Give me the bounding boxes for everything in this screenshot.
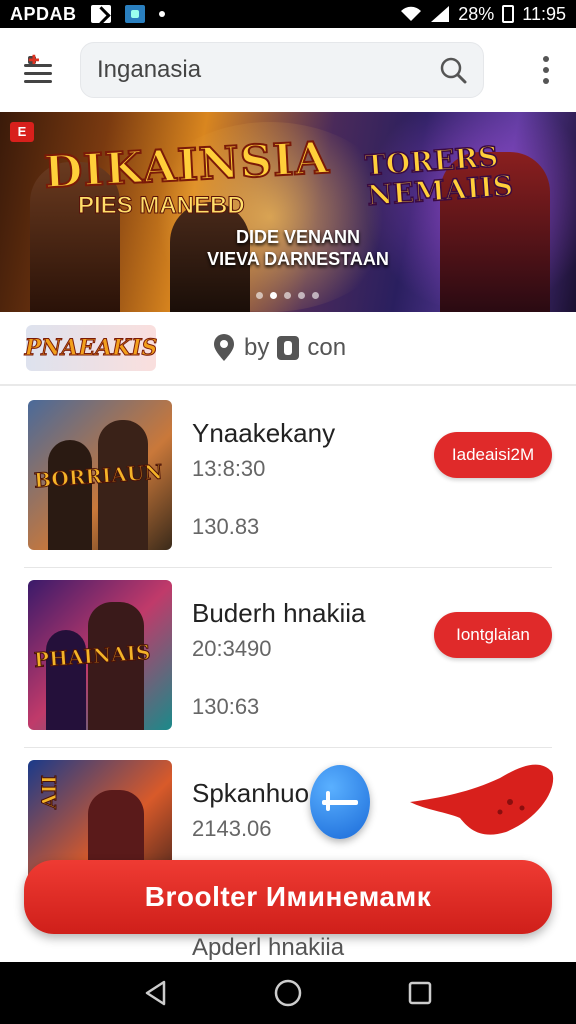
pager-dot[interactable]	[284, 292, 291, 299]
thumbnail-label: AII	[37, 774, 62, 810]
notification-dot-icon	[158, 11, 165, 17]
primary-cta-button[interactable]: Broolter Иминемамк	[24, 860, 552, 934]
banner-title-right: TORERS NEMAIIS	[363, 139, 515, 213]
overflow-dot-icon	[543, 56, 549, 62]
search-icon[interactable]	[439, 56, 467, 84]
pager-dot[interactable]	[298, 292, 305, 299]
battery-level: 28%	[458, 3, 495, 24]
game-thumbnail[interactable]: PHAINAIS	[28, 580, 172, 730]
pager-dot-active[interactable]	[270, 292, 277, 299]
game-title: Ynaakekany	[192, 418, 336, 448]
banner-subtitle-left: PIES MANEBD	[78, 192, 246, 220]
publisher-logo[interactable]: PNAEAKIS	[24, 325, 158, 371]
game-meta-primary: 2143.06	[192, 816, 272, 841]
search-header: ✚ Inganasia	[0, 28, 576, 112]
game-title: Buderh hnakiia	[192, 598, 366, 628]
overflow-menu-button[interactable]	[536, 52, 556, 88]
publisher-icon	[277, 336, 300, 360]
nav-recents-button[interactable]	[402, 975, 438, 1011]
notification-icon	[90, 5, 111, 23]
banner-caption: DIDE VENANN VIEVA DARNESTAAN	[188, 226, 408, 270]
clock: 11:95	[522, 3, 566, 24]
pager-dot[interactable]	[312, 292, 319, 299]
system-nav-bar	[0, 962, 576, 1024]
game-meta-secondary: 130.83	[192, 514, 260, 539]
list-item[interactable]: PHAINAIS Buderh hnakiia 20:3490 130:63 I…	[24, 568, 552, 748]
banner-badge: E	[10, 122, 34, 142]
byline[interactable]: by con	[212, 334, 346, 362]
publisher-row: PNAEAKIS by con	[0, 312, 576, 386]
location-pin-icon	[212, 334, 236, 362]
banner-pager[interactable]	[256, 292, 319, 299]
install-button[interactable]: Iontglaian	[434, 612, 552, 658]
next-item-title: Apderl hnakiia	[192, 934, 345, 961]
carrier-label: APDAB	[10, 3, 77, 24]
nav-home-button[interactable]	[270, 975, 306, 1011]
status-bar: APDAB 28% 11:95	[0, 0, 576, 28]
banner-caption-line1: DIDE VENANN	[235, 227, 360, 247]
game-meta-secondary: 130:63	[192, 694, 260, 719]
byline-label: by	[244, 334, 270, 361]
list-item[interactable]: BORRIAUN Ynaakekany 13:8:30 130.83 Iadea…	[24, 388, 552, 568]
battery-icon	[502, 5, 515, 23]
game-meta-primary: 20:3490	[192, 636, 272, 661]
search-query-text: Inganasia	[97, 56, 202, 83]
overflow-dot-icon	[543, 67, 549, 73]
game-list: BORRIAUN Ynaakekany 13:8:30 130.83 Iadea…	[0, 388, 576, 928]
floating-action-button[interactable]	[310, 765, 370, 839]
signal-icon	[430, 5, 450, 23]
install-button[interactable]: Iadeaisi2M	[434, 432, 552, 478]
game-meta-primary: 13:8:30	[192, 456, 266, 481]
menu-badge-icon: ✚	[28, 52, 40, 68]
pager-dot[interactable]	[256, 292, 263, 299]
byline-name: con	[307, 334, 347, 361]
promo-banner[interactable]: E DIKAINSIA PIES MANEBD TORERS NEMAIIS D…	[0, 112, 576, 312]
menu-button[interactable]: ✚	[20, 50, 60, 90]
wifi-icon	[400, 6, 422, 22]
nav-back-button[interactable]	[138, 975, 174, 1011]
overflow-dot-icon	[543, 78, 549, 84]
search-input[interactable]: Inganasia	[80, 42, 484, 98]
app-notification-icon	[124, 5, 145, 23]
decorative-red-swoosh-icon	[410, 764, 554, 835]
banner-caption-line2: VIEVA DARNESTAAN	[207, 249, 389, 269]
game-thumbnail[interactable]: BORRIAUN	[28, 400, 172, 550]
